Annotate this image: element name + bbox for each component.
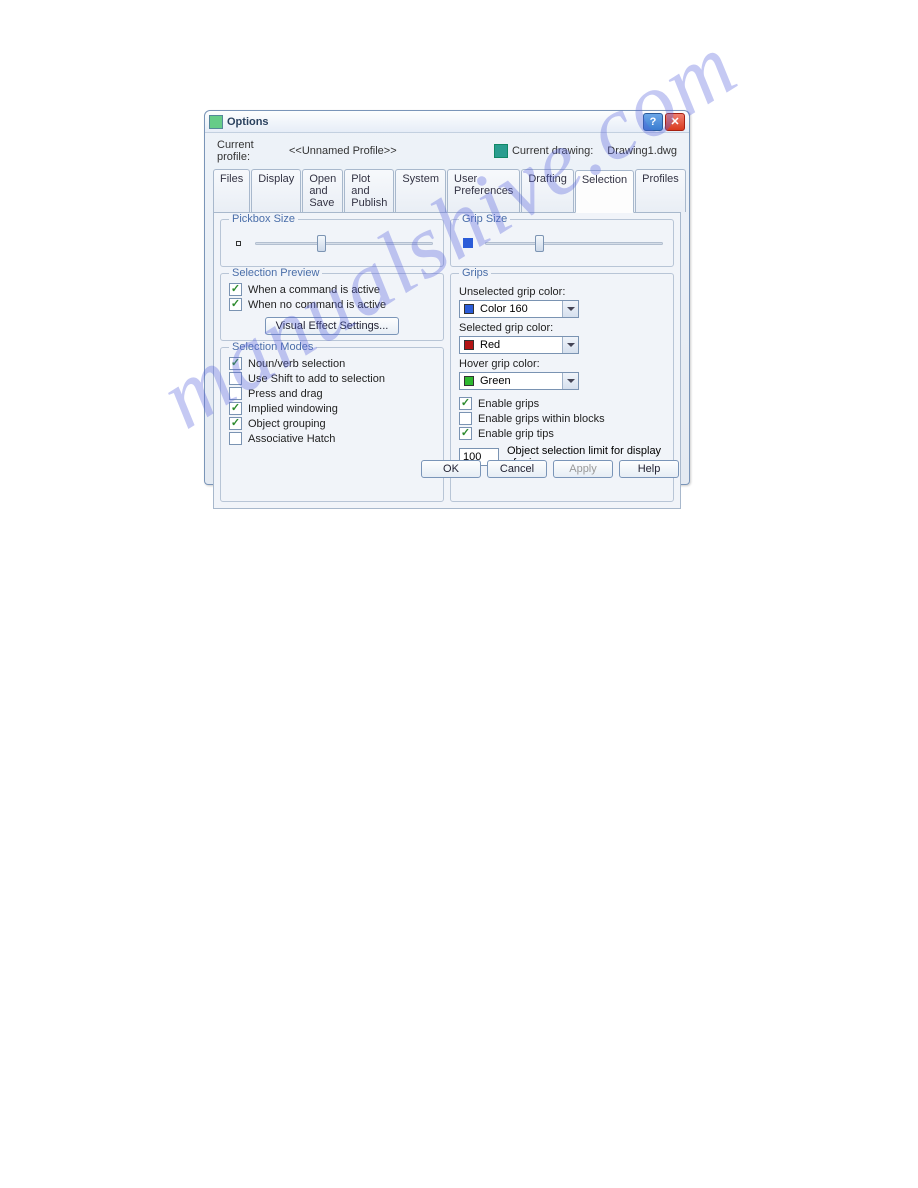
- tab-drafting[interactable]: Drafting: [521, 169, 574, 212]
- label-enable-grip-tips: Enable grip tips: [478, 428, 554, 440]
- tab-files[interactable]: Files: [213, 169, 250, 212]
- label-implied-windowing: Implied windowing: [248, 403, 338, 415]
- checkbox-press-drag[interactable]: [229, 387, 242, 400]
- help-button[interactable]: Help: [619, 460, 679, 478]
- selected-grip-label: Selected grip color:: [459, 322, 665, 334]
- swatch-icon: [464, 340, 474, 350]
- checkbox-implied-windowing[interactable]: [229, 402, 242, 415]
- checkbox-object-grouping[interactable]: [229, 417, 242, 430]
- pickbox-size-slider[interactable]: [255, 234, 433, 252]
- tab-profiles[interactable]: Profiles: [635, 169, 686, 212]
- hover-grip-color-dropdown[interactable]: Green: [459, 372, 579, 390]
- current-profile-name: <<Unnamed Profile>>: [289, 145, 494, 157]
- current-drawing-label: Current drawing:: [512, 145, 593, 157]
- hover-grip-value: Green: [478, 375, 562, 387]
- group-selection-preview: Selection Preview When a command is acti…: [220, 273, 444, 341]
- window-title: Options: [227, 116, 641, 128]
- apply-button[interactable]: Apply: [553, 460, 613, 478]
- grips-legend: Grips: [459, 267, 491, 279]
- tab-system[interactable]: System: [395, 169, 446, 212]
- unselected-grip-label: Unselected grip color:: [459, 286, 665, 298]
- label-use-shift: Use Shift to add to selection: [248, 373, 385, 385]
- tab-plot-and-publish[interactable]: Plot and Publish: [344, 169, 394, 212]
- current-profile-label: Current profile:: [217, 139, 289, 163]
- label-no-cmd-active: When no command is active: [248, 299, 386, 311]
- options-dialog: Options ? ✕ Current profile: <<Unnamed P…: [204, 110, 690, 485]
- tab-open-and-save[interactable]: Open and Save: [302, 169, 343, 212]
- checkbox-cmd-active[interactable]: [229, 283, 242, 296]
- cancel-button[interactable]: Cancel: [487, 460, 547, 478]
- label-cmd-active: When a command is active: [248, 284, 380, 296]
- drawing-icon: [494, 144, 508, 158]
- selected-grip-value: Red: [478, 339, 562, 351]
- tab-selection[interactable]: Selection: [575, 170, 634, 213]
- grip-preview-icon: [461, 236, 475, 250]
- profile-row: Current profile: <<Unnamed Profile>> Cur…: [213, 137, 681, 165]
- label-associative-hatch: Associative Hatch: [248, 433, 335, 445]
- unselected-grip-color-dropdown[interactable]: Color 160: [459, 300, 579, 318]
- grip-size-legend: Grip Size: [459, 213, 510, 225]
- chevron-down-icon: [562, 373, 578, 389]
- label-object-grouping: Object grouping: [248, 418, 326, 430]
- app-icon: [209, 115, 223, 129]
- group-grip-size: Grip Size: [450, 219, 674, 267]
- label-press-drag: Press and drag: [248, 388, 323, 400]
- checkbox-associative-hatch[interactable]: [229, 432, 242, 445]
- selection-modes-legend: Selection Modes: [229, 341, 316, 353]
- swatch-icon: [464, 376, 474, 386]
- unselected-grip-value: Color 160: [478, 303, 562, 315]
- ok-button[interactable]: OK: [421, 460, 481, 478]
- checkbox-enable-grips-blocks[interactable]: [459, 412, 472, 425]
- visual-effect-settings-button[interactable]: Visual Effect Settings...: [265, 317, 400, 335]
- tab-user-preferences[interactable]: User Preferences: [447, 169, 520, 212]
- checkbox-use-shift[interactable]: [229, 372, 242, 385]
- label-enable-grips: Enable grips: [478, 398, 539, 410]
- hover-grip-label: Hover grip color:: [459, 358, 665, 370]
- close-button-icon[interactable]: ✕: [665, 113, 685, 131]
- tabs: Files Display Open and Save Plot and Pub…: [213, 169, 681, 213]
- dialog-footer: OK Cancel Apply Help: [205, 454, 689, 484]
- group-pickbox-size: Pickbox Size: [220, 219, 444, 267]
- checkbox-enable-grip-tips[interactable]: [459, 427, 472, 440]
- grip-size-slider[interactable]: [485, 234, 663, 252]
- pickbox-preview-icon: [231, 236, 245, 250]
- checkbox-no-cmd-active[interactable]: [229, 298, 242, 311]
- titlebar[interactable]: Options ? ✕: [205, 111, 689, 133]
- label-enable-grips-blocks: Enable grips within blocks: [478, 413, 605, 425]
- chevron-down-icon: [562, 301, 578, 317]
- chevron-down-icon: [562, 337, 578, 353]
- selection-preview-legend: Selection Preview: [229, 267, 322, 279]
- current-drawing-name: Drawing1.dwg: [607, 145, 677, 157]
- pickbox-legend: Pickbox Size: [229, 213, 298, 225]
- checkbox-enable-grips[interactable]: [459, 397, 472, 410]
- label-noun-verb: Noun/verb selection: [248, 358, 345, 370]
- selected-grip-color-dropdown[interactable]: Red: [459, 336, 579, 354]
- tab-display[interactable]: Display: [251, 169, 301, 212]
- checkbox-noun-verb[interactable]: [229, 357, 242, 370]
- help-button-icon[interactable]: ?: [643, 113, 663, 131]
- swatch-icon: [464, 304, 474, 314]
